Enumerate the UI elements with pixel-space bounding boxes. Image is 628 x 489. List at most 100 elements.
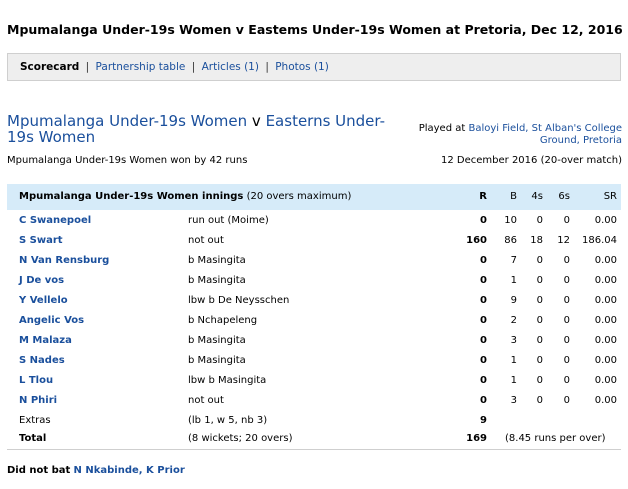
batter-dismissal: b Nchapeleng: [188, 315, 258, 326]
batter-strike-rate: 0.00: [594, 315, 617, 326]
batter-row: M Malaza b Masingita 0 3 0 0 0.00: [7, 331, 621, 351]
batter-fours: 18: [530, 235, 543, 246]
batter-row: C Swanepoel run out (Moime) 0 10 0 0 0.00: [7, 211, 621, 231]
tab-partnership-table[interactable]: Partnership table: [96, 61, 186, 73]
extras-detail: (lb 1, w 5, nb 3): [188, 415, 268, 426]
batter-row: L Tlou lbw b Masingita 0 1 0 0 0.00: [7, 371, 621, 391]
batter-runs: 0: [480, 335, 487, 346]
innings-header: Mpumalanga Under-19s Women innings (20 o…: [7, 184, 621, 210]
batter-name[interactable]: J De vos: [19, 271, 64, 291]
batter-fours: 0: [536, 335, 543, 346]
venue-link[interactable]: Baloyi Field, St Alban's College Ground,…: [468, 123, 622, 146]
batter-balls: 2: [510, 315, 517, 326]
batter-row: S Nades b Masingita 0 1 0 0 0.00: [7, 351, 621, 371]
batter-name[interactable]: N Van Rensburg: [19, 251, 109, 271]
batter-strike-rate: 0.00: [594, 355, 617, 366]
batter-row: N Phiri not out 0 3 0 0 0.00: [7, 391, 621, 411]
batter-runs: 160: [466, 235, 487, 246]
innings-title: Mpumalanga Under-19s Women innings (20 o…: [19, 184, 351, 210]
tab-scorecard[interactable]: Scorecard: [20, 61, 79, 73]
batter-sixes: 0: [563, 215, 570, 226]
vs-text: v: [251, 112, 261, 130]
batter-name[interactable]: Y Vellelo: [19, 291, 68, 311]
batter-balls: 1: [510, 375, 517, 386]
tab-articles[interactable]: Articles (1): [202, 61, 259, 73]
batter-runs: 0: [480, 355, 487, 366]
batter-balls: 10: [504, 215, 517, 226]
batter-dismissal: lbw b De Neysschen: [188, 295, 290, 306]
batter-runs: 0: [480, 255, 487, 266]
batter-sixes: 0: [563, 255, 570, 266]
batter-dismissal: b Masingita: [188, 255, 246, 266]
did-not-bat: Did not bat N Nkabinde, K Prior: [7, 465, 185, 476]
batter-name[interactable]: C Swanepoel: [19, 211, 91, 231]
batter-dismissal: b Masingita: [188, 335, 246, 346]
match-date: 12 December 2016 (20-over match): [441, 155, 622, 166]
match-heading: Mpumalanga Under-19s Women v Easterns Un…: [7, 113, 407, 145]
tab-photos[interactable]: Photos (1): [275, 61, 329, 73]
total-row: Total (8 wickets; 20 overs) 169 (8.45 ru…: [7, 429, 621, 449]
did-not-bat-players[interactable]: N Nkabinde, K Prior: [74, 465, 185, 476]
batter-fours: 0: [536, 275, 543, 286]
batter-strike-rate: 0.00: [594, 395, 617, 406]
batter-dismissal: lbw b Masingita: [188, 375, 267, 386]
batter-runs: 0: [480, 315, 487, 326]
col-header-b: B: [510, 191, 517, 202]
innings-team: Mpumalanga Under-19s Women innings: [19, 191, 244, 202]
batter-balls: 86: [504, 235, 517, 246]
batter-dismissal: not out: [188, 395, 224, 406]
col-header-sr: SR: [603, 191, 617, 202]
col-header-r: R: [479, 191, 487, 202]
batter-sixes: 0: [563, 275, 570, 286]
batter-runs: 0: [480, 215, 487, 226]
extras-value: 9: [480, 415, 487, 426]
batter-sixes: 0: [563, 335, 570, 346]
match-result: Mpumalanga Under-19s Women won by 42 run…: [7, 155, 248, 166]
batter-fours: 0: [536, 255, 543, 266]
batter-name[interactable]: Angelic Vos: [19, 311, 84, 331]
batter-name[interactable]: S Nades: [19, 351, 65, 371]
batter-row: Angelic Vos b Nchapeleng 0 2 0 0 0.00: [7, 311, 621, 331]
batter-balls: 7: [510, 255, 517, 266]
total-label: Total: [19, 433, 47, 444]
batter-strike-rate: 0.00: [594, 375, 617, 386]
col-header-4s: 4s: [531, 191, 543, 202]
batter-strike-rate: 0.00: [594, 275, 617, 286]
innings-subtitle: (20 overs maximum): [246, 191, 352, 202]
played-at: Played at Baloyi Field, St Alban's Colle…: [392, 123, 622, 147]
extras-row: Extras (lb 1, w 5, nb 3) 9: [7, 411, 621, 431]
batter-strike-rate: 0.00: [594, 295, 617, 306]
run-rate: (8.45 runs per over): [505, 433, 606, 444]
did-not-bat-label: Did not bat: [7, 465, 71, 476]
batter-fours: 0: [536, 295, 543, 306]
batter-sixes: 0: [563, 395, 570, 406]
batter-sixes: 0: [563, 315, 570, 326]
batter-balls: 9: [510, 295, 517, 306]
tab-separator: |: [85, 61, 90, 73]
extras-label: Extras: [19, 415, 51, 426]
tabs-bar: Scorecard | Partnership table | Articles…: [7, 53, 621, 81]
batter-name[interactable]: N Phiri: [19, 391, 57, 411]
batter-sixes: 0: [563, 295, 570, 306]
batter-sixes: 0: [563, 355, 570, 366]
batter-strike-rate: 186.04: [582, 235, 617, 246]
batter-runs: 0: [480, 375, 487, 386]
batter-balls: 3: [510, 335, 517, 346]
batter-dismissal: not out: [188, 235, 224, 246]
batter-fours: 0: [536, 215, 543, 226]
batter-fours: 0: [536, 355, 543, 366]
batter-name[interactable]: M Malaza: [19, 331, 72, 351]
batter-strike-rate: 0.00: [594, 255, 617, 266]
total-detail: (8 wickets; 20 overs): [188, 433, 293, 444]
batter-dismissal: b Masingita: [188, 355, 246, 366]
batter-sixes: 12: [557, 235, 570, 246]
tab-separator: |: [191, 61, 196, 73]
batter-dismissal: b Masingita: [188, 275, 246, 286]
batter-sixes: 0: [563, 375, 570, 386]
batter-row: J De vos b Masingita 0 1 0 0 0.00: [7, 271, 621, 291]
batter-name[interactable]: S Swart: [19, 231, 63, 251]
batter-name[interactable]: L Tlou: [19, 371, 53, 391]
batter-balls: 1: [510, 355, 517, 366]
batter-fours: 0: [536, 315, 543, 326]
batter-dismissal: run out (Moime): [188, 215, 269, 226]
